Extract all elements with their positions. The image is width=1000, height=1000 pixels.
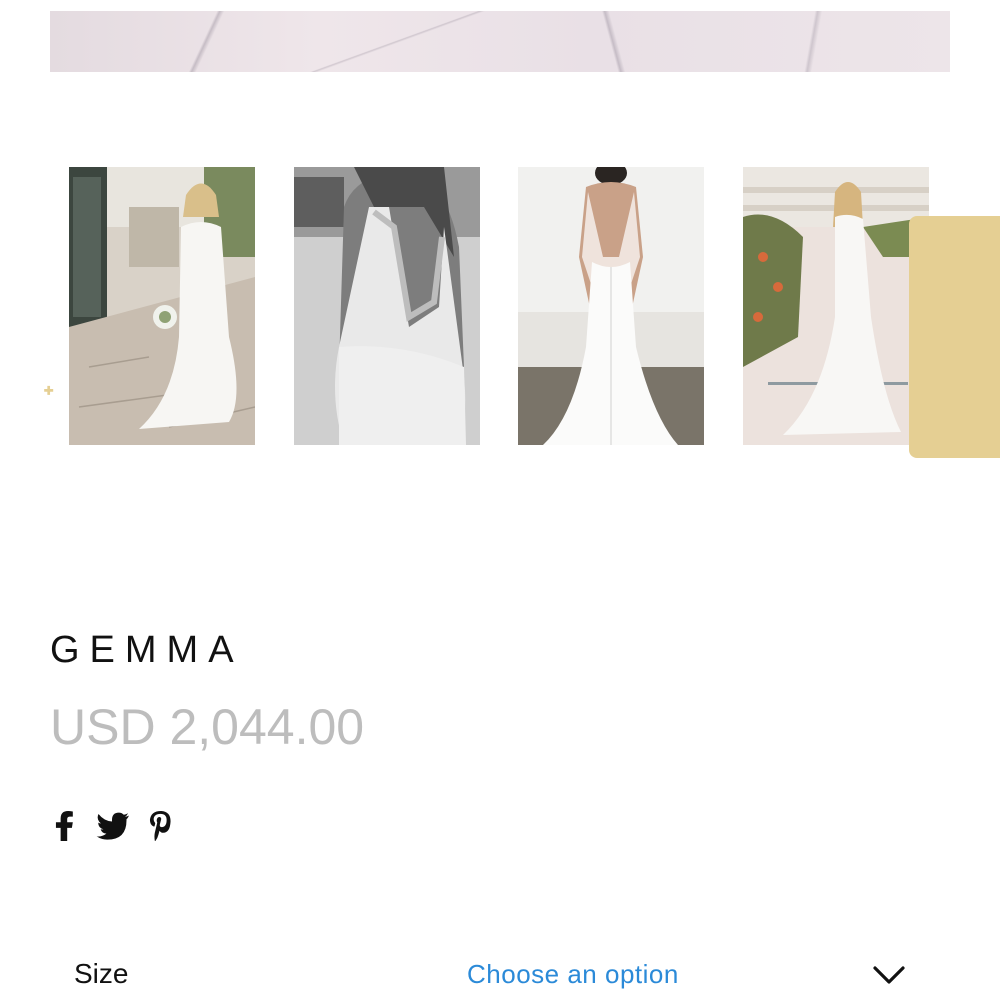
cart-button[interactable]	[26, 374, 66, 414]
floating-toolbar	[909, 216, 1000, 458]
product-price: USD 2,044.00	[50, 699, 365, 755]
add-to-cart-icon	[29, 378, 63, 410]
user-icon	[31, 267, 61, 298]
search-button[interactable]	[26, 318, 66, 358]
twitter-share-link[interactable]	[96, 810, 130, 842]
facebook-share-link[interactable]	[50, 810, 78, 842]
product-page: GEMMA USD 2,044.00 Size Choose an option	[0, 0, 1000, 1000]
gallery-thumbnail-2[interactable]	[294, 167, 480, 445]
size-select-value: Choose an option	[467, 959, 679, 989]
chevron-down-icon	[873, 966, 905, 984]
hero-image	[50, 11, 950, 72]
gallery-thumbnail-4[interactable]	[743, 167, 929, 445]
account-button[interactable]	[26, 263, 66, 303]
pinterest-share-link[interactable]	[145, 810, 175, 842]
gallery-thumbnail-3[interactable]	[518, 167, 704, 445]
gallery-thumbnail-1[interactable]	[69, 167, 255, 445]
twitter-icon	[96, 812, 129, 840]
bride-front-photo	[69, 167, 255, 445]
bride-back-detail-photo	[294, 167, 480, 445]
product-title: GEMMA	[50, 629, 244, 671]
dress-back-studio-photo	[518, 167, 704, 445]
size-select[interactable]: Choose an option	[460, 950, 920, 998]
size-label: Size	[74, 958, 129, 989]
bride-garden-photo	[743, 167, 929, 445]
pinterest-icon	[149, 811, 171, 841]
facebook-icon	[55, 811, 73, 841]
search-icon	[30, 322, 64, 356]
